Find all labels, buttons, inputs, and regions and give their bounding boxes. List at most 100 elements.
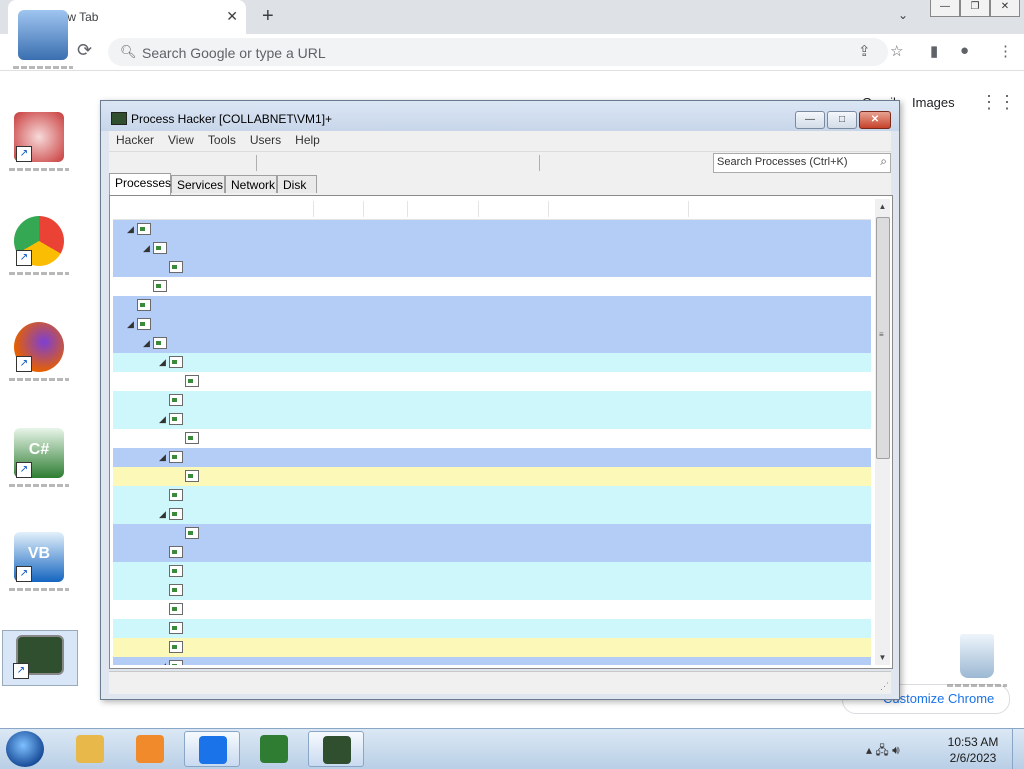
close-button[interactable]: ✕ [990,0,1020,17]
explorer-taskbar-button[interactable] [62,731,118,767]
desktop-icon-vb[interactable]: VB ↗ [6,528,72,606]
taskbar: ▴ 🖧 🔊︎ 10:53 AM 2/6/2023 [0,728,1024,769]
menu-tools[interactable]: Tools [201,131,243,147]
process-row[interactable] [113,638,871,657]
system-clock[interactable]: 10:53 AM 2/6/2023 [940,734,1006,766]
process-row[interactable] [113,543,871,562]
process-row[interactable] [113,372,871,391]
desktop-icon-recycle-bin[interactable] [944,630,1010,708]
window-titlebar[interactable]: Process Hacker [COLLABNET\VM1]+ — □ ✕ [101,101,899,131]
tab-close-icon[interactable]: ✕ [226,8,238,25]
maximize-button[interactable]: □ [827,111,857,129]
tab-disk[interactable]: Disk [277,175,317,193]
process-row[interactable]: ◢ [113,448,871,467]
show-desktop-button[interactable] [1012,729,1024,769]
menu-kebab-icon[interactable]: ⋮ [998,42,1013,60]
process-row[interactable] [113,486,871,505]
expand-toggle-icon[interactable]: ◢ [143,243,150,254]
tab-network[interactable]: Network [225,175,277,193]
expand-toggle-icon[interactable]: ◢ [159,509,166,520]
process-icon [169,641,183,653]
desktop-icon-firefox[interactable]: ↗ [6,318,72,396]
scroll-up-icon[interactable]: ▲ [875,199,890,214]
process-row[interactable]: ◢ [113,220,871,239]
menu-users[interactable]: Users [243,131,288,147]
menu-hacker[interactable]: Hacker [109,131,161,147]
explorer-taskbar-icon [76,735,104,763]
scroll-thumb[interactable]: ≡ [876,217,890,459]
tray-icons[interactable]: ▴ 🖧 🔊︎ [866,741,900,762]
expand-toggle-icon[interactable]: ◢ [159,661,166,665]
process-row[interactable] [113,258,871,277]
process-row[interactable]: ◢ [113,353,871,372]
menu-view[interactable]: View [161,131,201,147]
reload-icon[interactable]: ⟳ [77,40,92,61]
expand-toggle-icon[interactable]: ◢ [127,319,134,330]
minimize-button[interactable]: — [930,0,960,17]
desktop-icon-process-hacker[interactable]: ↗ [2,630,78,686]
menu-help[interactable]: Help [288,131,327,147]
column-header[interactable] [113,199,871,220]
process-row[interactable] [113,524,871,543]
process-row[interactable] [113,391,871,410]
resize-grip-icon[interactable]: ⋰ [880,681,889,692]
tab-services[interactable]: Services [171,175,225,193]
tab-processes[interactable]: Processes [109,173,171,195]
process-row[interactable] [113,581,871,600]
minimize-button[interactable]: — [795,111,825,129]
expand-toggle-icon[interactable]: ◢ [159,357,166,368]
process-row[interactable]: ◢ [113,239,871,258]
process-row[interactable]: ◢ [113,334,871,353]
expand-toggle-icon[interactable]: ◢ [143,338,150,349]
csharp-taskbar-button[interactable] [246,731,302,767]
desktop-icon-label [13,66,73,69]
profile-avatar-icon[interactable]: ● [960,42,969,59]
toolbar-separator [539,155,540,171]
process-row[interactable] [113,467,871,486]
expand-toggle-icon[interactable]: ◢ [127,224,134,235]
process-row[interactable] [113,562,871,581]
process-row[interactable]: ◢ [113,410,871,429]
process-row[interactable] [113,277,871,296]
process-row[interactable] [113,600,871,619]
search-processes-input[interactable]: Search Processes (Ctrl+K) ⌕ [713,153,891,173]
bookmark-star-icon[interactable]: ☆ [890,42,903,60]
close-button[interactable]: ✕ [859,111,891,129]
process-rows: ◢ ◢ ◢ ◢ ◢ ◢ ◢ ◢ ◢ [113,220,871,665]
process-tree-list[interactable]: ◢ ◢ ◢ ◢ ◢ ◢ ◢ ◢ ◢ [113,199,871,665]
new-tab-button[interactable]: + [262,5,274,28]
chrome-taskbar-icon [199,736,227,764]
process-row[interactable]: ◢ [113,505,871,524]
side-panel-icon[interactable]: ▮ [930,42,938,60]
media-player-taskbar-button[interactable] [122,731,178,767]
desktop-icon-csharp[interactable]: C# ↗ [6,424,72,502]
process-icon [153,280,167,292]
tab-search-icon[interactable]: ⌄ [898,8,908,22]
omnibox[interactable]: 🔍︎ Search Google or type a URL [108,38,888,66]
desktop-icon-chrome[interactable]: ↗ [6,212,72,290]
start-button[interactable] [6,731,44,767]
expand-toggle-icon[interactable]: ◢ [159,414,166,425]
process-row[interactable] [113,296,871,315]
scroll-down-icon[interactable]: ▼ [875,650,890,665]
desktop-icon-label [9,378,69,381]
share-icon[interactable]: ⇪ [858,42,871,60]
process-icon [169,451,183,463]
vertical-scrollbar[interactable]: ▲ ≡ ▼ [875,199,890,665]
expand-toggle-icon[interactable]: ◢ [159,452,166,463]
restore-button[interactable]: ❐ [960,0,990,17]
process-row[interactable]: ◢ [113,315,871,334]
google-apps-icon[interactable]: ⋮⋮⋮ [980,92,1024,113]
images-link[interactable]: Images [912,95,955,110]
desktop-icon-process[interactable]: ↗ [6,108,72,186]
desktop-icon-computer[interactable] [10,6,76,84]
process-icon [185,432,199,444]
chrome-taskbar-button[interactable] [184,731,240,767]
recycle-bin-icon [960,634,994,678]
process-row[interactable]: ◢ [113,657,871,665]
process-icon [137,223,151,235]
process-row[interactable] [113,619,871,638]
search-icon[interactable]: ⌕ [880,154,887,169]
process-hacker-taskbar-button[interactable] [308,731,364,767]
process-row[interactable] [113,429,871,448]
